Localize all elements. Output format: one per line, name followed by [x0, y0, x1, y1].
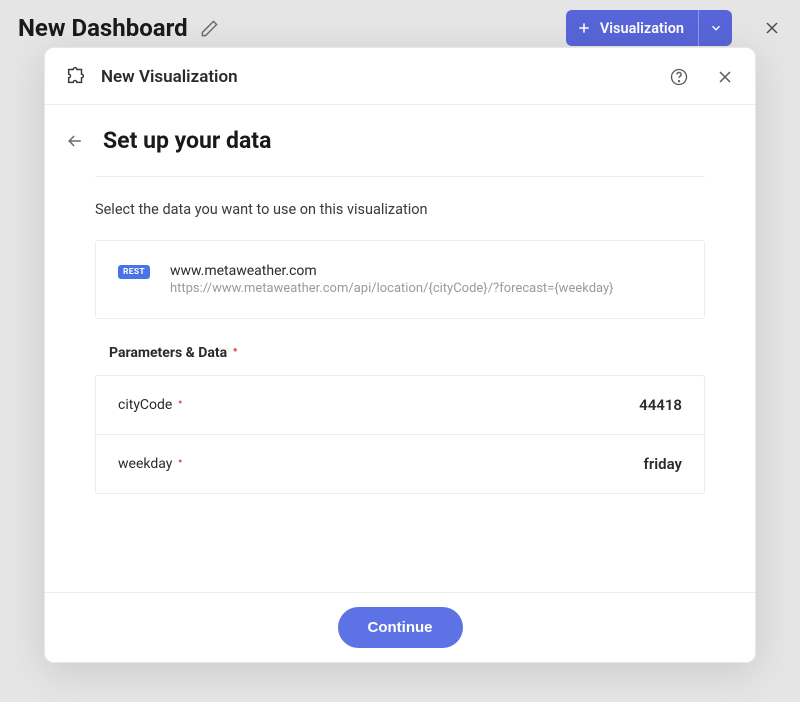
modal-body: Set up your data Select the data you wan…	[45, 105, 755, 592]
modal-title: New Visualization	[101, 67, 655, 87]
edit-title-button[interactable]	[200, 19, 219, 38]
help-button[interactable]	[669, 67, 689, 87]
topbar-close-button[interactable]	[762, 18, 782, 38]
close-icon	[762, 18, 782, 38]
add-visualization-dropdown[interactable]	[698, 10, 732, 46]
parameters-section-label: Parameters & Data •	[109, 345, 705, 361]
datasource-url: https://www.metaweather.com/api/location…	[170, 281, 682, 296]
pencil-icon	[200, 19, 219, 38]
param-value: friday	[644, 455, 682, 473]
modal-header: New Visualization	[45, 48, 755, 105]
param-row[interactable]: cityCode • 44418	[96, 376, 704, 434]
add-visualization-main[interactable]: Visualization	[566, 10, 698, 46]
chevron-down-icon	[709, 21, 723, 35]
rest-badge: REST	[118, 265, 150, 279]
close-icon	[715, 67, 735, 87]
back-button[interactable]	[65, 131, 85, 151]
add-visualization-label: Visualization	[600, 20, 684, 37]
param-value: 44418	[639, 396, 682, 414]
required-dot-icon: •	[229, 343, 238, 359]
new-visualization-modal: New Visualization Set up your data Selec…	[44, 47, 756, 663]
add-visualization-button[interactable]: Visualization	[566, 10, 732, 46]
instruction-text: Select the data you want to use on this …	[95, 201, 705, 218]
continue-button[interactable]: Continue	[338, 607, 463, 648]
required-dot-icon: •	[174, 395, 182, 411]
modal-close-button[interactable]	[715, 67, 735, 87]
divider	[95, 176, 705, 177]
parameters-list: cityCode • 44418 weekday • friday	[95, 375, 705, 494]
param-row[interactable]: weekday • friday	[96, 434, 704, 493]
step-title: Set up your data	[103, 127, 271, 154]
plus-icon	[576, 20, 592, 36]
param-key: cityCode •	[118, 397, 183, 413]
datasource-host: www.metaweather.com	[170, 263, 682, 279]
help-icon	[669, 67, 689, 87]
page-title: New Dashboard	[18, 14, 188, 42]
arrow-left-icon	[65, 131, 85, 151]
required-dot-icon: •	[174, 454, 182, 470]
datasource-card[interactable]: REST www.metaweather.com https://www.met…	[95, 240, 705, 319]
puzzle-icon	[65, 64, 87, 90]
modal-backdrop: New Visualization Set up your data Selec…	[0, 47, 800, 702]
param-key: weekday •	[118, 456, 183, 472]
modal-footer: Continue	[45, 592, 755, 662]
